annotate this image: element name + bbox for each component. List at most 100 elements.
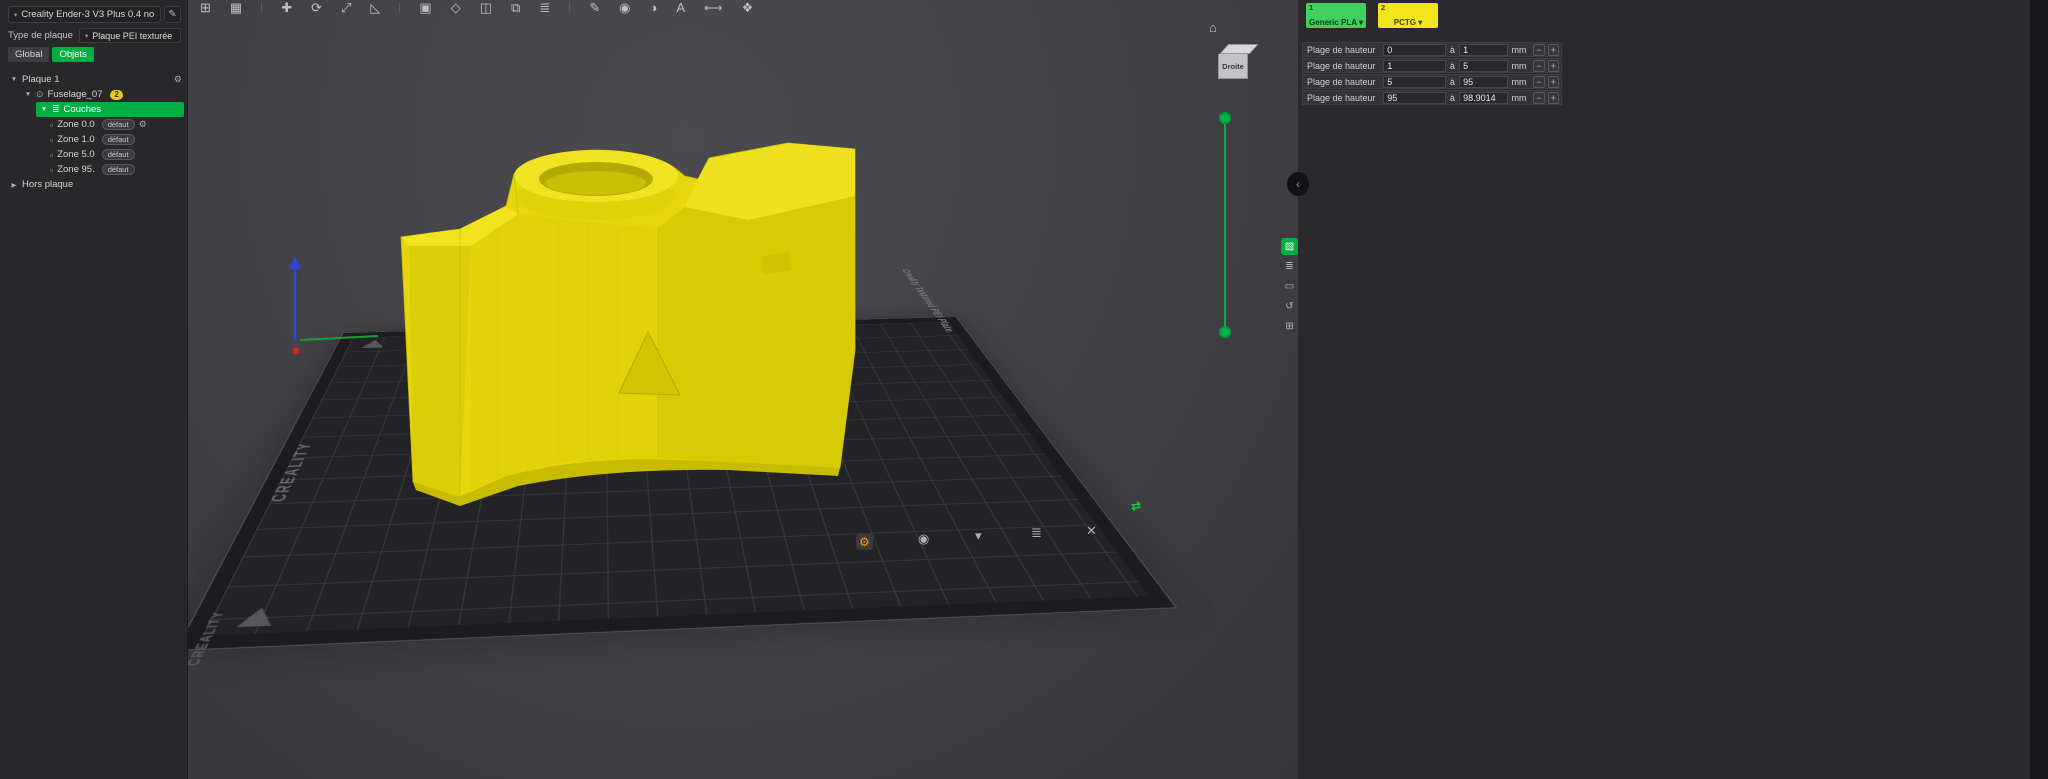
remove-range-button[interactable]: −: [1533, 60, 1544, 72]
tab-objects[interactable]: Objets: [52, 47, 93, 62]
remove-range-button[interactable]: −: [1533, 76, 1544, 88]
add-range-button[interactable]: +: [1548, 92, 1559, 104]
apps-grid-icon[interactable]: ⊞: [1281, 318, 1298, 335]
split-parts-icon[interactable]: ⧉: [511, 1, 520, 15]
range-to-input[interactable]: 1: [1459, 44, 1508, 56]
seam-paint-icon[interactable]: ◉: [619, 1, 630, 15]
reset-view-icon[interactable]: ↺: [1281, 298, 1298, 315]
height-range-row: Plage de hauteur 1 à 5 mm − +: [1302, 58, 1562, 73]
layers-label: Couches: [64, 104, 102, 115]
range-to-label: à: [1449, 77, 1457, 87]
lay-flat-icon[interactable]: ◺: [370, 1, 380, 15]
plate-lock-icon[interactable]: ◉: [918, 531, 929, 547]
slider-track[interactable]: [1224, 118, 1226, 332]
measure-icon[interactable]: ⟷: [704, 1, 723, 15]
view-cube[interactable]: Droite: [1218, 44, 1250, 79]
plate-corner-logo-icon: [236, 607, 279, 627]
filament-name: Generic PLA ▾: [1309, 18, 1363, 27]
tree-item-zone[interactable]: ▫ Zone 1.0 défaut: [0, 132, 188, 147]
tree-item-zone[interactable]: ▫ Zone 0.0 défaut ⚙: [0, 117, 188, 132]
range-to-label: à: [1449, 93, 1457, 103]
settings-panel: 1 Generic PLA ▾ 2 PCTG ▾ Plage de hauteu…: [1298, 0, 2030, 779]
viewport-3d[interactable]: ⊞ ▦ ✚ ⟳ ⤢ ◺ ▣ ◇ ◫ ⧉ ≣ ✎ ◉ ◑ A ⟷ ❖ Creali…: [188, 0, 1298, 779]
build-plate[interactable]: Creality Textured PEI Plate CREALITY CRE…: [188, 317, 1175, 650]
auto-orient-icon[interactable]: ◇: [451, 1, 461, 15]
height-range-table: Plage de hauteur 0 à 1 mm − + Plage de h…: [1302, 42, 1562, 106]
filament-chip-2[interactable]: 2 PCTG ▾: [1378, 3, 1438, 28]
view-cube-front-face[interactable]: Droite: [1218, 54, 1248, 79]
add-plate-icon[interactable]: ▦: [230, 1, 242, 15]
range-from-input[interactable]: 0: [1383, 44, 1445, 56]
zone-settings-icon[interactable]: ⚙: [139, 119, 147, 130]
plate-type-select[interactable]: ▾ Plaque PEI texturée: [79, 28, 181, 43]
toolbar-separator: [261, 2, 262, 13]
move-icon[interactable]: ✚: [281, 1, 292, 15]
zone-default-badge[interactable]: défaut: [102, 164, 135, 175]
edit-printer-button[interactable]: ✎: [164, 6, 181, 23]
modifier-box-icon: ▫: [50, 120, 53, 130]
filament-chip-1[interactable]: 1 Generic PLA ▾: [1306, 3, 1366, 28]
zone-default-badge[interactable]: défaut: [102, 149, 135, 160]
support-paint-icon[interactable]: ✎: [589, 1, 600, 15]
slider-handle-bottom[interactable]: [1219, 326, 1231, 338]
eye-icon[interactable]: ⊙: [36, 89, 44, 100]
filament-chips: 1 Generic PLA ▾ 2 PCTG ▾: [1306, 3, 1438, 28]
slider-handle-top[interactable]: [1219, 112, 1231, 124]
object-count-badge: 2: [110, 90, 122, 100]
height-range-tool-icon[interactable]: ▧: [1281, 238, 1298, 255]
plate-arrange-icon[interactable]: ▾: [975, 528, 982, 544]
plate-settings-icon[interactable]: ⚙: [174, 74, 182, 85]
add-range-button[interactable]: +: [1548, 76, 1559, 88]
height-range-label: Plage de hauteur: [1305, 45, 1380, 55]
split-objects-icon[interactable]: ◫: [480, 1, 492, 15]
printer-select[interactable]: ▾ Creality Ender-3 V3 Plus 0.4 no: [8, 6, 161, 23]
add-range-button[interactable]: +: [1548, 60, 1559, 72]
home-view-icon[interactable]: ⌂: [1209, 20, 1217, 35]
rotate-icon[interactable]: ⟳: [311, 1, 322, 15]
variable-layer-height-icon[interactable]: ≣: [539, 1, 550, 15]
remove-range-button[interactable]: −: [1533, 44, 1544, 56]
height-range-slider[interactable]: [1219, 112, 1231, 338]
modifier-box-icon: ▫: [50, 165, 53, 175]
view-cube-top-face[interactable]: [1219, 44, 1258, 54]
scale-icon[interactable]: ⤢: [341, 1, 351, 15]
plate-delete-icon[interactable]: ✕: [1086, 523, 1097, 539]
arrange-icon[interactable]: ▣: [419, 1, 431, 15]
collapse-panel-arrow[interactable]: ‹: [1287, 172, 1309, 196]
tab-global[interactable]: Global: [8, 47, 49, 62]
range-to-label: à: [1449, 45, 1457, 55]
tree-item-object[interactable]: ▼ ⊙ Fuselage_07 2: [0, 87, 188, 102]
range-to-input[interactable]: 98.9014: [1459, 92, 1508, 104]
remove-range-button[interactable]: −: [1533, 92, 1544, 104]
range-from-input[interactable]: 5: [1383, 76, 1445, 88]
tree-item-off-plate[interactable]: ▶ Hors plaque: [0, 177, 188, 192]
add-range-button[interactable]: +: [1548, 44, 1559, 56]
height-range-row: Plage de hauteur 5 à 95 mm − +: [1302, 74, 1562, 89]
tree-item-plate[interactable]: ▼ Plaque 1 ⚙: [0, 72, 188, 87]
modifier-box-icon: ▫: [50, 150, 53, 160]
text-tool-icon[interactable]: A: [676, 1, 685, 15]
add-object-icon[interactable]: ⊞: [200, 1, 211, 15]
bounding-box-icon[interactable]: ▭: [1281, 278, 1298, 295]
plate-name-icon[interactable]: ≣: [1031, 525, 1042, 541]
plate-type-row: Type de plaque ▾ Plaque PEI texturée: [8, 28, 181, 43]
range-unit-label: mm: [1511, 93, 1530, 103]
range-to-input[interactable]: 5: [1459, 60, 1508, 72]
range-from-input[interactable]: 95: [1383, 92, 1445, 104]
tree-item-layers[interactable]: ▼ ≣ Couches: [36, 102, 184, 117]
layer-list-icon[interactable]: ≣: [1281, 258, 1298, 275]
pencil-icon: ✎: [168, 9, 176, 20]
range-to-input[interactable]: 95: [1459, 76, 1508, 88]
zone-default-badge[interactable]: défaut: [102, 134, 135, 145]
caret-down-icon: ▼: [40, 106, 48, 113]
sidebar-tabs: Global Objets: [8, 47, 94, 62]
zone-label: Zone 1.0: [57, 134, 95, 145]
range-from-input[interactable]: 1: [1383, 60, 1445, 72]
tree-item-zone[interactable]: ▫ Zone 95. défaut: [0, 162, 188, 177]
color-paint-icon[interactable]: ◑: [649, 1, 657, 15]
zone-default-badge[interactable]: défaut: [102, 119, 135, 130]
assembly-icon[interactable]: ❖: [742, 1, 754, 15]
range-unit-label: mm: [1511, 77, 1530, 87]
tree-item-zone[interactable]: ▫ Zone 5.0 défaut: [0, 147, 188, 162]
plate-settings-icon[interactable]: ⚙: [856, 534, 873, 550]
